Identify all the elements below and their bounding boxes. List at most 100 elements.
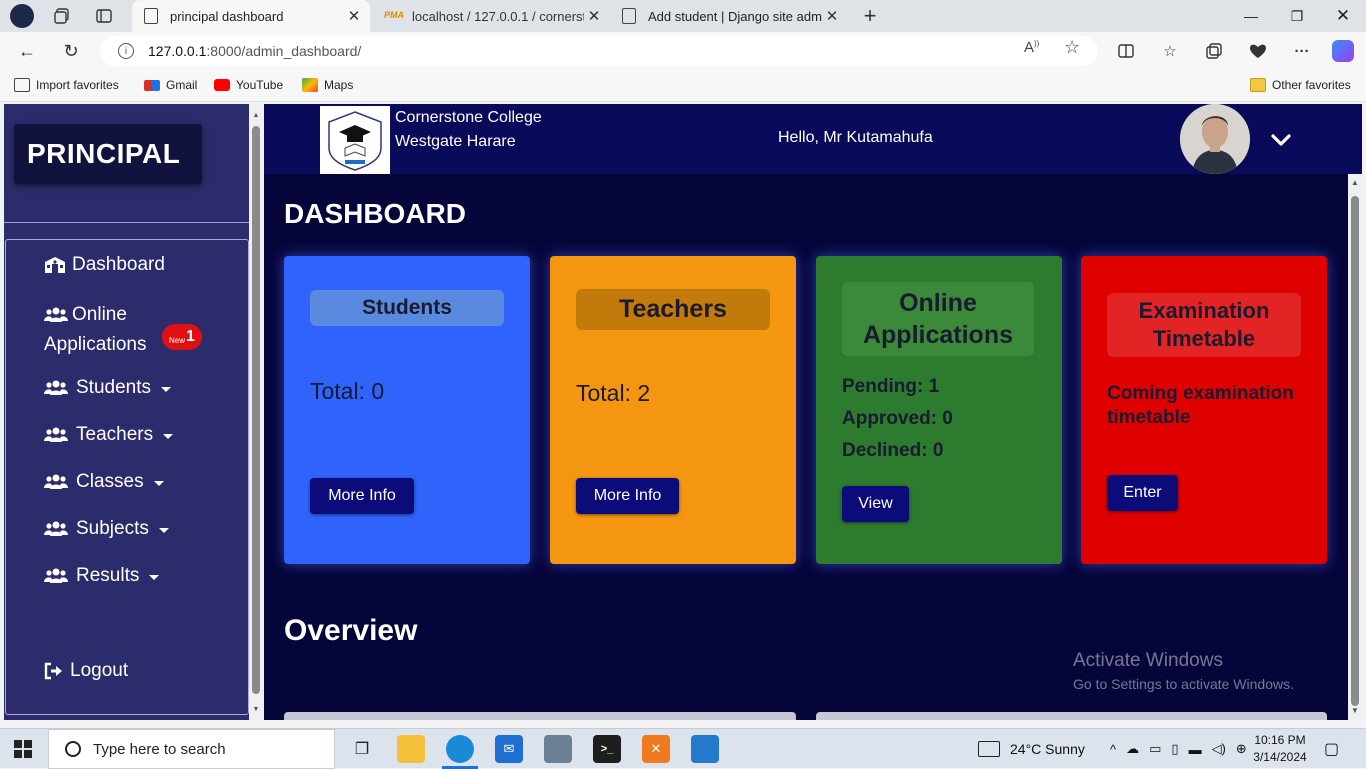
- sidebar-scrollbar-track: ▲ ▼: [252, 112, 260, 713]
- file-explorer-icon[interactable]: [397, 735, 425, 763]
- url-path: :8000/admin_dashboard/: [206, 43, 362, 59]
- close-tab-icon[interactable]: ✕: [584, 7, 604, 25]
- xampp-icon[interactable]: ✕: [642, 735, 670, 763]
- sidebar-item-online-applications[interactable]: Online Applications: [44, 300, 146, 360]
- onedrive-icon[interactable]: ▭: [1149, 741, 1161, 757]
- scroll-down-arrow-icon[interactable]: ▼: [1348, 706, 1362, 715]
- back-icon[interactable]: ←: [16, 40, 38, 62]
- windows-taskbar: Type here to search ❐ ✉ >_ ✕ 24°C Sunny …: [0, 728, 1366, 769]
- caret-down-icon: [153, 480, 164, 486]
- task-view-icon[interactable]: ❐: [348, 735, 376, 763]
- network-status-icon[interactable]: ☁: [1126, 741, 1139, 757]
- sidebar-item-label: Classes: [76, 471, 144, 492]
- import-favorites-link[interactable]: Import favorites: [14, 78, 119, 92]
- import-icon: [14, 78, 30, 92]
- favorite-star-icon[interactable]: ☆: [1064, 37, 1080, 58]
- scroll-up-arrow-icon[interactable]: ▲: [252, 112, 260, 119]
- close-tab-icon[interactable]: ✕: [822, 7, 842, 25]
- url-input[interactable]: i 127.0.0.1:8000/admin_dashboard/: [100, 36, 1098, 66]
- network-app-icon[interactable]: [544, 735, 572, 763]
- tab-django-admin[interactable]: Add student | Django site admin ✕: [610, 0, 848, 32]
- applications-card: Online Applications Pending: 1 Approved:…: [816, 256, 1062, 564]
- vscode-icon[interactable]: [691, 735, 719, 763]
- users-icon: [44, 520, 72, 538]
- restore-icon[interactable]: ❐: [1274, 0, 1320, 32]
- avatar[interactable]: [1180, 104, 1250, 174]
- youtube-link[interactable]: YouTube: [214, 78, 283, 92]
- copilot-icon[interactable]: [1332, 40, 1354, 62]
- sidebar-item-students[interactable]: Students: [44, 377, 171, 399]
- other-favorites-link[interactable]: Other favorites: [1250, 78, 1351, 92]
- speaker-icon[interactable]: ◁): [1212, 741, 1226, 757]
- folder-icon: [1250, 78, 1266, 92]
- youtube-icon: [214, 79, 230, 91]
- refresh-icon[interactable]: ↻: [60, 40, 82, 62]
- tab-principal-dashboard[interactable]: principal dashboard ✕: [132, 0, 370, 32]
- collections-icon[interactable]: [1204, 41, 1224, 61]
- new-tab-icon[interactable]: +: [860, 3, 880, 28]
- gmail-link[interactable]: Gmail: [144, 78, 197, 92]
- main-content: DASHBOARD Students Total: 0 More Info Te…: [264, 174, 1348, 720]
- caret-down-icon: [161, 386, 171, 392]
- windows-start-icon[interactable]: [14, 740, 32, 758]
- sidebar-item-label: Students: [76, 377, 151, 398]
- scroll-down-arrow-icon[interactable]: ▼: [252, 706, 260, 713]
- timetable-title-line2: Timetable: [1152, 326, 1256, 351]
- sidebar-item-label: Dashboard: [72, 254, 165, 275]
- applications-view-button[interactable]: View: [842, 486, 909, 522]
- maps-icon: [302, 78, 318, 92]
- main-scroll-thumb[interactable]: [1351, 196, 1359, 706]
- teachers-more-info-button[interactable]: More Info: [576, 478, 679, 514]
- notifications-icon[interactable]: ▢: [1324, 729, 1339, 769]
- timetable-enter-button[interactable]: Enter: [1107, 475, 1178, 511]
- sidebar-item-teachers[interactable]: Teachers: [44, 424, 174, 446]
- close-window-icon[interactable]: ✕: [1320, 0, 1366, 32]
- logout-link[interactable]: Logout: [44, 660, 128, 682]
- approved-value: 0: [942, 408, 953, 429]
- caret-down-icon: [158, 527, 169, 533]
- taskbar-search-input[interactable]: Type here to search: [48, 729, 335, 769]
- timetable-text-line2: timetable: [1107, 407, 1191, 428]
- favorites-icon[interactable]: ☆: [1160, 41, 1180, 61]
- sidebar-item-subjects[interactable]: Subjects: [44, 518, 169, 540]
- read-aloud-icon[interactable]: A)): [1024, 39, 1039, 56]
- device-icon[interactable]: ▯: [1171, 741, 1178, 757]
- clock-date: 3/14/2024: [1253, 750, 1307, 764]
- approved-label: Approved:: [842, 408, 937, 429]
- close-tab-icon[interactable]: ✕: [344, 7, 364, 25]
- profile-icon[interactable]: [10, 4, 34, 28]
- workspaces-icon[interactable]: [52, 6, 72, 26]
- weather-text: 24°C Sunny: [1010, 741, 1085, 757]
- chevron-down-icon[interactable]: [1270, 132, 1292, 148]
- applications-card-title: Online Applications: [842, 282, 1034, 356]
- main-scrollbar[interactable]: ▲ ▼: [1348, 174, 1362, 720]
- split-screen-icon[interactable]: [1116, 41, 1136, 61]
- tab-actions-icon[interactable]: [94, 6, 114, 26]
- globe-icon[interactable]: ⊕: [1236, 741, 1247, 757]
- site-info-icon[interactable]: i: [118, 43, 134, 59]
- tab-phpmyadmin[interactable]: PMA localhost / 127.0.0.1 / cornerstone …: [372, 0, 610, 32]
- sign-out-icon: [44, 662, 66, 680]
- mail-icon[interactable]: ✉: [495, 735, 523, 763]
- browser-essentials-icon[interactable]: [1248, 41, 1268, 61]
- settings-menu-icon[interactable]: ···: [1292, 41, 1312, 61]
- students-more-info-button[interactable]: More Info: [310, 478, 414, 514]
- minimize-icon[interactable]: —: [1228, 0, 1274, 32]
- scroll-up-arrow-icon[interactable]: ▲: [1348, 178, 1362, 187]
- search-icon: [65, 741, 81, 757]
- weather-widget[interactable]: 24°C Sunny: [978, 729, 1085, 769]
- sidebar: PRINCIPAL Dashboard Online Applications …: [4, 104, 249, 720]
- battery-icon[interactable]: ▬: [1189, 742, 1202, 757]
- sidebar-item-dashboard[interactable]: Dashboard: [44, 254, 165, 276]
- timetable-text: Coming examination timetable: [1107, 382, 1294, 430]
- terminal-icon[interactable]: >_: [593, 735, 621, 763]
- sidebar-item-classes[interactable]: Classes: [44, 471, 164, 493]
- edge-icon[interactable]: [446, 735, 474, 763]
- chevron-up-icon[interactable]: ^: [1110, 742, 1116, 757]
- sidebar-item-results[interactable]: Results: [44, 565, 160, 587]
- timetable-card: Examination Timetable Coming examination…: [1081, 256, 1327, 564]
- maps-link[interactable]: Maps: [302, 78, 353, 92]
- watermark-subtitle: Go to Settings to activate Windows.: [1073, 676, 1294, 692]
- sidebar-scroll-thumb[interactable]: [252, 126, 260, 694]
- taskbar-clock[interactable]: 10:16 PM 3/14/2024: [1248, 732, 1312, 766]
